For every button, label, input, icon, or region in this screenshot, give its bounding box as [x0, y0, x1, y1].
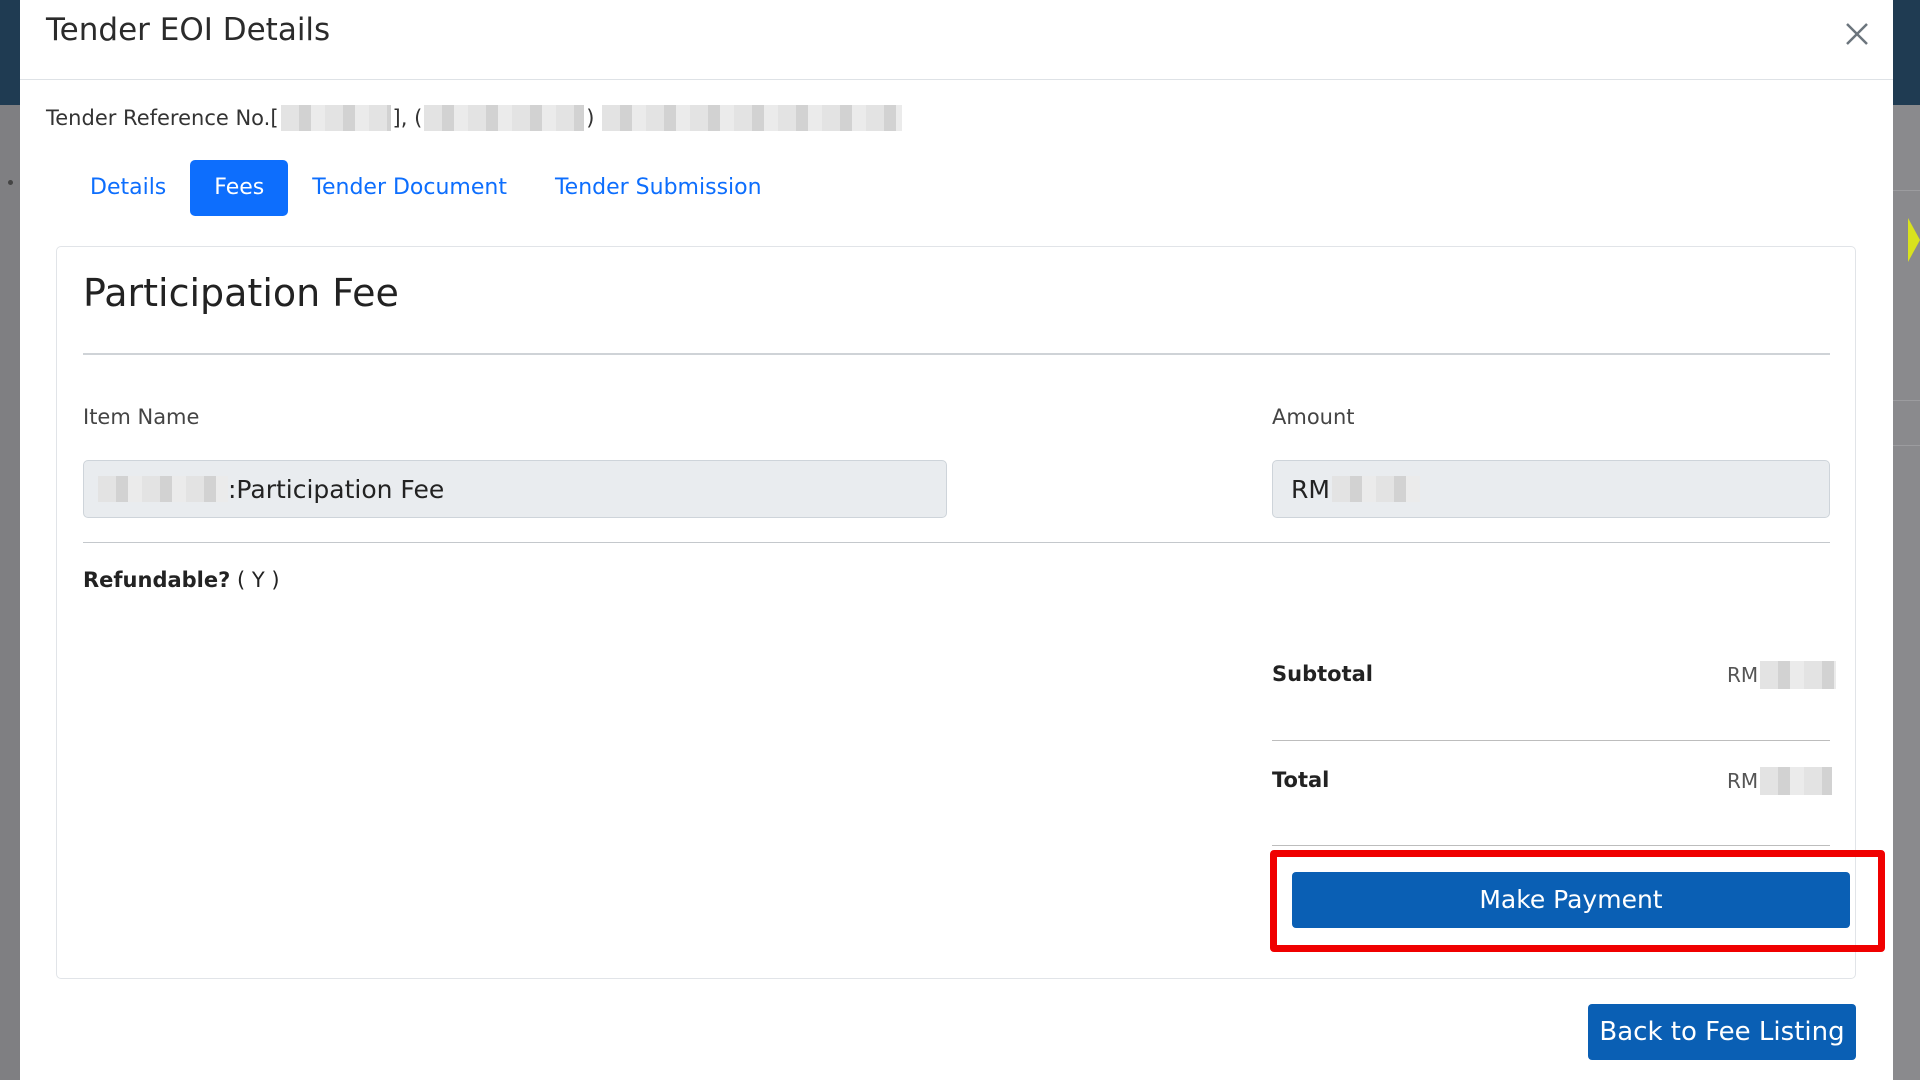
amount-label: Amount: [1272, 405, 1355, 429]
total-divider: [1272, 845, 1830, 846]
total-value: RM: [1727, 767, 1834, 795]
background-divider: [1893, 400, 1920, 401]
tender-reference-line: Tender Reference No.[ ], ( ): [46, 105, 904, 131]
reference-prefix: Tender Reference No.[: [46, 106, 279, 130]
redacted-subtotal: [1760, 661, 1837, 689]
section-divider: [83, 353, 1830, 355]
amount-currency: RM: [1291, 474, 1330, 504]
amount-field[interactable]: RM: [1272, 460, 1830, 518]
total-currency: RM: [1727, 769, 1759, 793]
refundable-label: Refundable?: [83, 568, 231, 592]
background-divider: [1893, 445, 1920, 446]
redacted-tender-title: [602, 105, 903, 131]
subtotal-currency: RM: [1727, 663, 1759, 687]
tab-fees[interactable]: Fees: [190, 160, 289, 216]
redacted-reference-number: [280, 105, 391, 131]
close-icon: [1846, 23, 1868, 45]
redacted-total: [1760, 767, 1833, 795]
tab-tender-document[interactable]: Tender Document: [288, 160, 531, 216]
tab-tender-submission[interactable]: Tender Submission: [531, 160, 786, 216]
section-title: Participation Fee: [83, 271, 399, 315]
reference-suffix: ): [586, 106, 595, 130]
background-divider: [1893, 190, 1920, 191]
tab-details[interactable]: Details: [66, 160, 190, 216]
redacted-item-code: [98, 476, 228, 502]
reference-mid: ], (: [392, 106, 423, 130]
mouse-cursor-icon: [1908, 218, 1920, 262]
redacted-amount: [1331, 476, 1420, 502]
refundable-line: Refundable? ( Y ): [83, 568, 280, 592]
close-button[interactable]: [1837, 14, 1877, 54]
make-payment-button[interactable]: Make Payment: [1292, 872, 1850, 928]
total-label: Total: [1272, 768, 1330, 792]
tab-bar: Details Fees Tender Document Tender Subm…: [66, 160, 786, 216]
subtotal-divider: [1272, 740, 1830, 741]
redacted-reference-code: [424, 105, 585, 131]
background-bullet: [8, 180, 13, 185]
modal-header: Tender EOI Details: [20, 0, 1893, 80]
refundable-value: ( Y ): [237, 568, 280, 592]
item-name-field[interactable]: :Participation Fee: [83, 460, 947, 518]
subtotal-value: RM: [1727, 661, 1838, 689]
fields-divider: [83, 542, 1830, 543]
item-name-value: :Participation Fee: [228, 474, 445, 504]
back-to-fee-listing-button[interactable]: Back to Fee Listing: [1588, 1004, 1856, 1060]
tender-eoi-modal: Tender EOI Details Tender Reference No.[…: [20, 0, 1893, 1080]
modal-title: Tender EOI Details: [46, 12, 331, 48]
subtotal-label: Subtotal: [1272, 662, 1373, 686]
item-name-label: Item Name: [83, 405, 200, 429]
